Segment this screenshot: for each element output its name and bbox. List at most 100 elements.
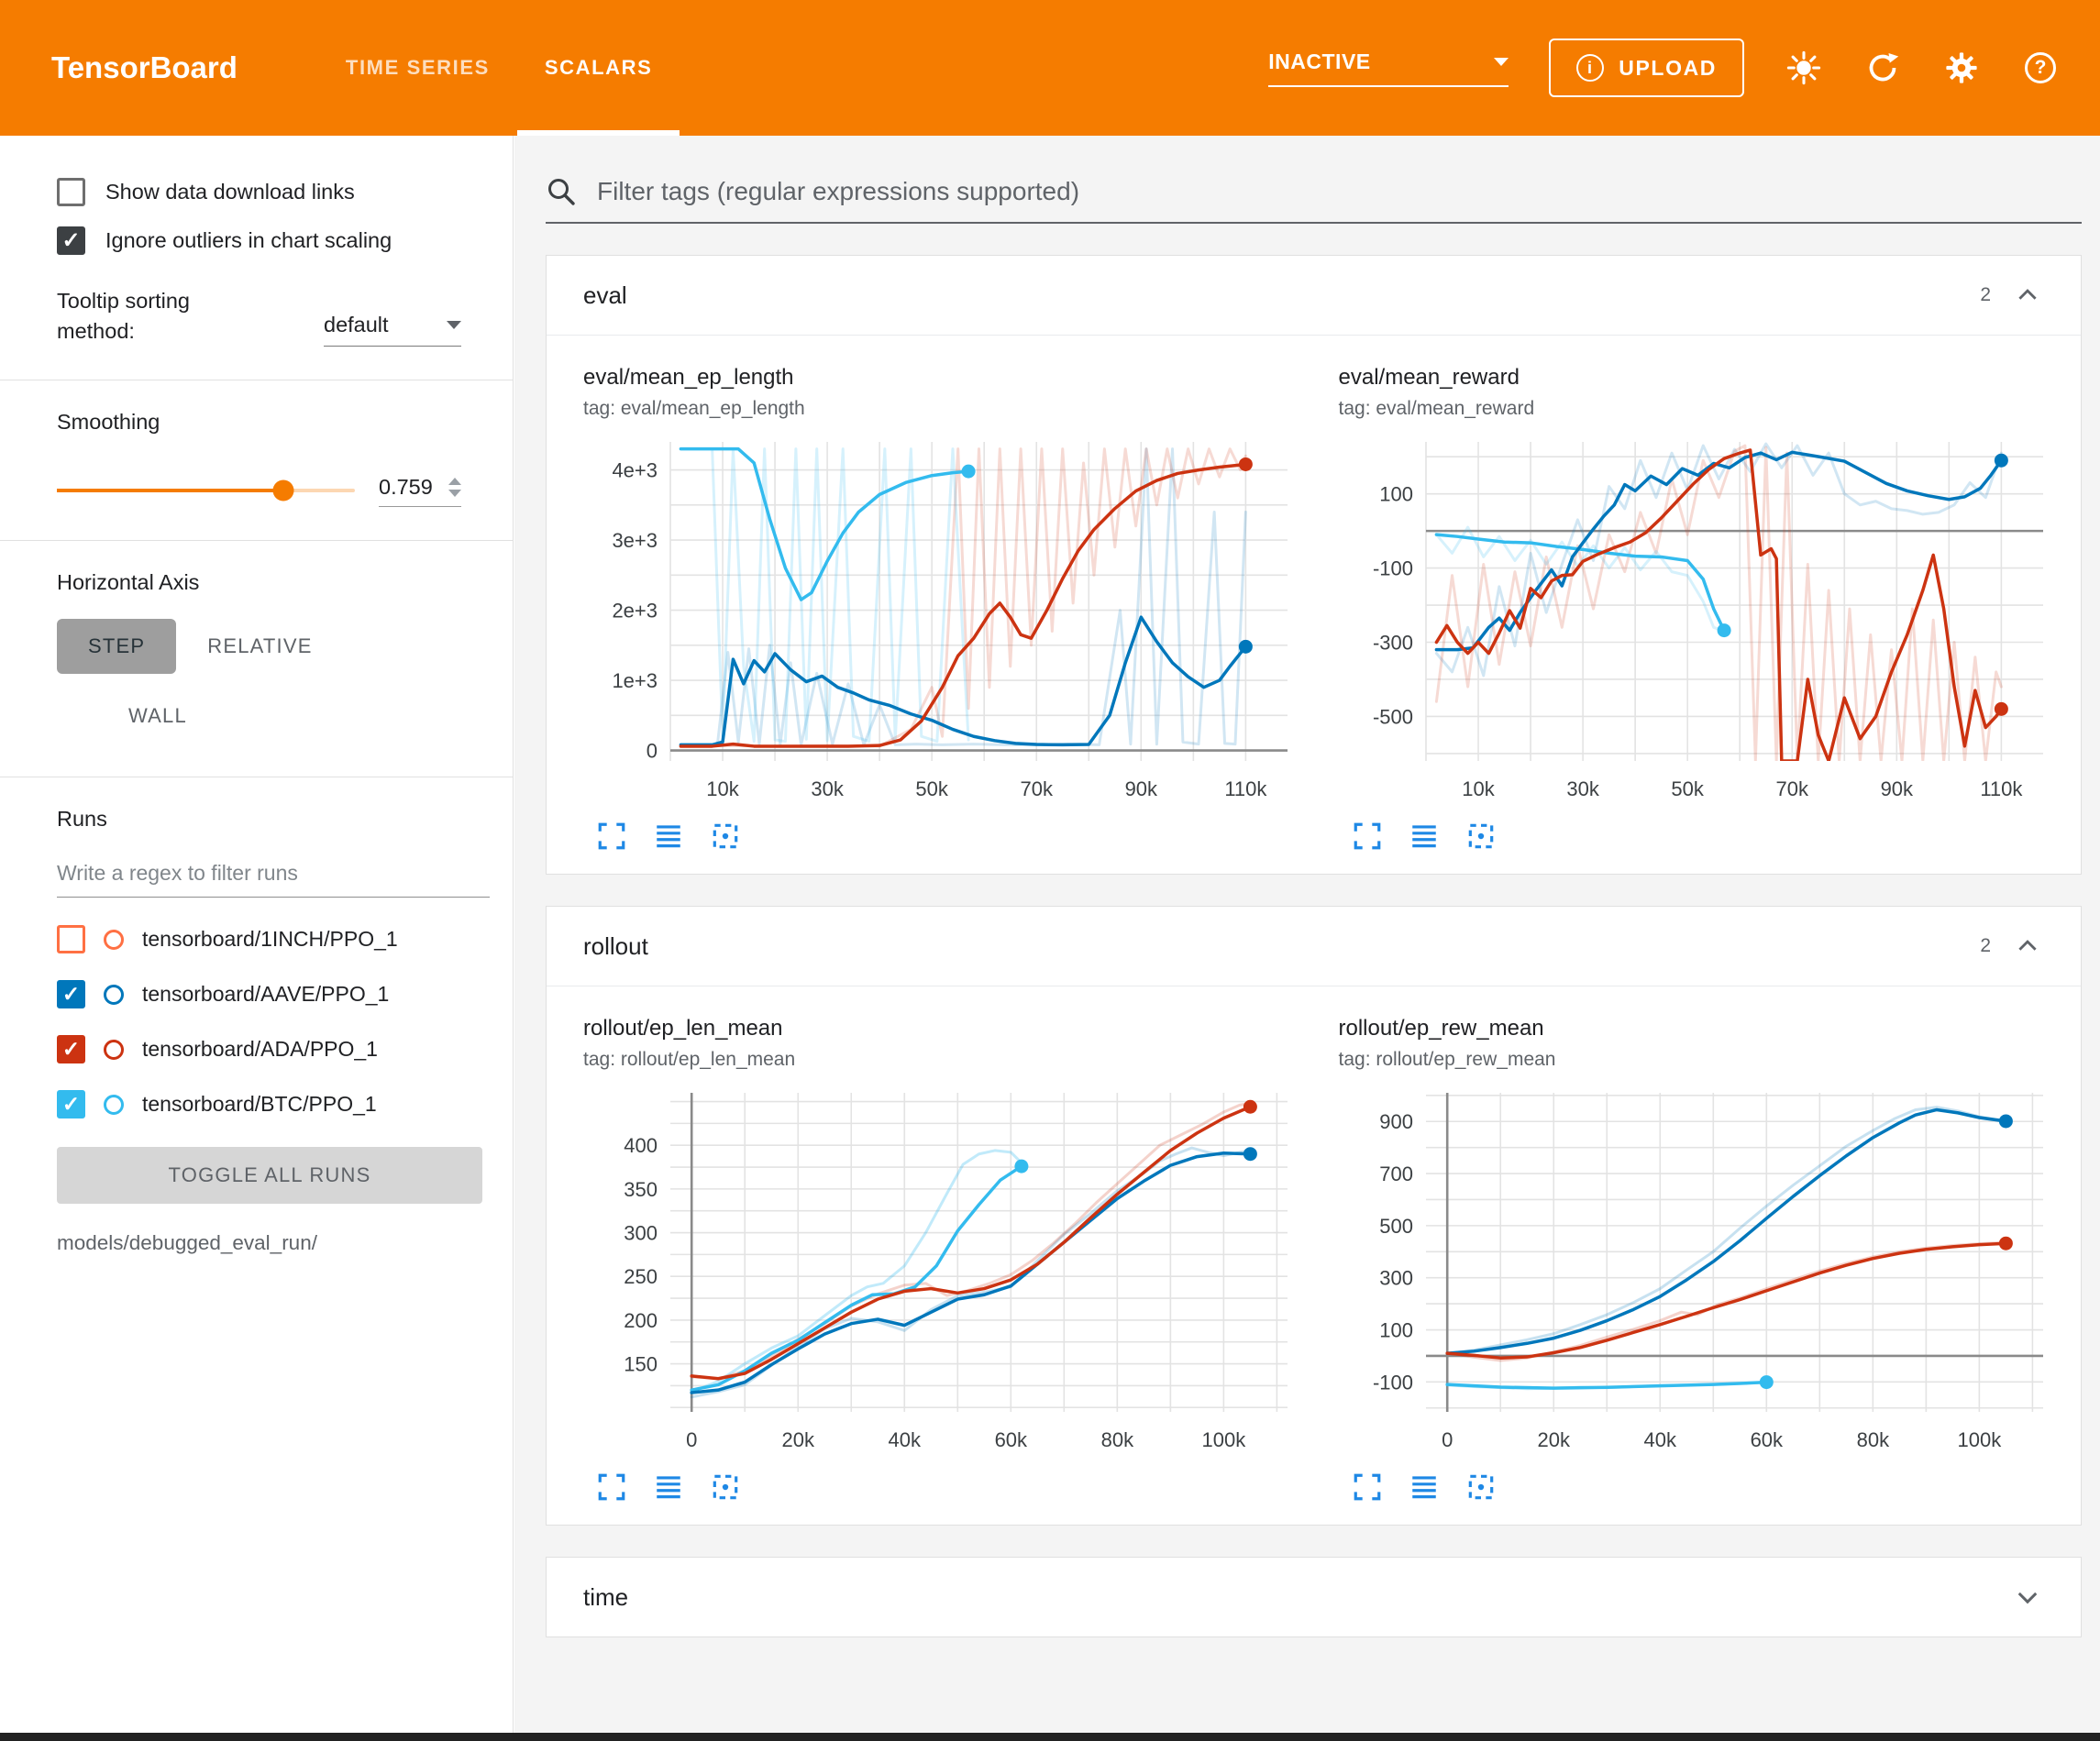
main-content: eval 2 eval/mean_ep_length tag: eval/mea… bbox=[514, 136, 2100, 1741]
chart-eval-mean-ep-length: eval/mean_ep_length tag: eval/mean_ep_le… bbox=[583, 365, 1306, 852]
tag-filter-input[interactable] bbox=[597, 177, 2082, 206]
chart-toolbar bbox=[583, 821, 1306, 852]
app-title: TensorBoard bbox=[51, 50, 238, 85]
svg-text:0: 0 bbox=[686, 1428, 697, 1451]
chart-title: eval/mean_reward bbox=[1339, 365, 2061, 391]
chart-tag: tag: eval/mean_ep_length bbox=[583, 398, 1306, 420]
ignore-outliers-label[interactable]: Ignore outliers in chart scaling bbox=[105, 228, 392, 253]
svg-text:100k: 100k bbox=[1957, 1428, 2002, 1451]
run-label[interactable]: tensorboard/AAVE/PPO_1 bbox=[142, 982, 389, 1007]
horizontal-axis-buttons: STEP RELATIVE WALL bbox=[57, 619, 451, 744]
toggle-all-runs-button[interactable]: TOGGLE ALL RUNS bbox=[57, 1147, 482, 1204]
axis-wall-button[interactable]: WALL bbox=[97, 689, 218, 744]
svg-text:50k: 50k bbox=[1671, 777, 1704, 800]
smoothing-slider-fill bbox=[57, 489, 283, 492]
svg-text:80k: 80k bbox=[1101, 1428, 1134, 1451]
chart-title: rollout/ep_len_mean bbox=[583, 1016, 1306, 1041]
toggle-y-axis-icon[interactable] bbox=[1409, 821, 1440, 852]
svg-text:30k: 30k bbox=[1566, 777, 1599, 800]
axis-relative-button[interactable]: RELATIVE bbox=[176, 619, 343, 674]
smoothing-value: 0.759 bbox=[379, 475, 433, 500]
run-checkbox[interactable] bbox=[57, 1090, 85, 1118]
tooltip-sorting-value: default bbox=[324, 313, 389, 337]
card-count: 2 bbox=[1980, 935, 1991, 957]
run-label[interactable]: tensorboard/BTC/PPO_1 bbox=[142, 1092, 377, 1117]
expand-chart-icon[interactable] bbox=[596, 821, 627, 852]
card-meta: 2 bbox=[1980, 930, 2044, 963]
expand-button[interactable] bbox=[2011, 1581, 2044, 1614]
run-color-swatch bbox=[104, 985, 124, 1005]
run-label[interactable]: tensorboard/1INCH/PPO_1 bbox=[142, 927, 398, 952]
toggle-y-axis-icon[interactable] bbox=[1409, 1471, 1440, 1503]
runs-list: tensorboard/1INCH/PPO_1 tensorboard/AAVE… bbox=[57, 912, 489, 1132]
show-download-links-label[interactable]: Show data download links bbox=[105, 180, 355, 204]
toggle-y-axis-icon[interactable] bbox=[653, 821, 684, 852]
smoothing-slider[interactable] bbox=[57, 489, 355, 492]
fit-domain-icon[interactable] bbox=[710, 1471, 741, 1503]
chart-canvas[interactable]: 10k30k50k70k90k110k01e+32e+33e+34e+3 bbox=[583, 429, 1306, 819]
bottom-edge-bar bbox=[0, 1733, 2100, 1741]
tag-filter-row bbox=[546, 176, 2082, 224]
smoothing-value-input[interactable]: 0.759 bbox=[379, 475, 461, 507]
theme-toggle-button[interactable] bbox=[1785, 49, 1823, 87]
svg-text:100: 100 bbox=[1379, 483, 1413, 506]
header-controls: INACTIVE i UPLOAD bbox=[1268, 39, 2060, 97]
stepper-up-icon[interactable] bbox=[448, 478, 461, 485]
expand-chart-icon[interactable] bbox=[1352, 1471, 1383, 1503]
chart-canvas[interactable]: 020k40k60k80k100k-100100300500700900 bbox=[1339, 1080, 2061, 1470]
settings-button[interactable] bbox=[1942, 49, 1981, 87]
stepper-down-icon[interactable] bbox=[448, 490, 461, 497]
tooltip-sorting-label: Tooltip sorting method: bbox=[57, 286, 249, 347]
stepper bbox=[448, 478, 461, 497]
show-download-links-checkbox[interactable] bbox=[57, 178, 85, 206]
run-checkbox[interactable] bbox=[57, 980, 85, 1008]
chart-canvas[interactable]: 10k30k50k70k90k110k-500-300-100100 bbox=[1339, 429, 2061, 819]
ignore-outliers-checkbox[interactable] bbox=[57, 226, 85, 255]
svg-text:300: 300 bbox=[624, 1222, 658, 1245]
svg-text:-300: -300 bbox=[1372, 632, 1412, 655]
runs-filter-input[interactable] bbox=[57, 855, 490, 898]
axis-step-button[interactable]: STEP bbox=[57, 619, 176, 674]
svg-text:1e+3: 1e+3 bbox=[612, 669, 658, 692]
ignore-outliers-row: Ignore outliers in chart scaling bbox=[57, 226, 489, 255]
chevron-down-icon bbox=[1494, 58, 1509, 66]
svg-text:0: 0 bbox=[647, 740, 658, 763]
chart-tag: tag: rollout/ep_len_mean bbox=[583, 1049, 1306, 1071]
collapse-button[interactable] bbox=[2011, 930, 2044, 963]
svg-text:300: 300 bbox=[1379, 1267, 1413, 1290]
svg-text:90k: 90k bbox=[1880, 777, 1913, 800]
refresh-button[interactable] bbox=[1863, 49, 1902, 87]
card-eval-body: eval/mean_ep_length tag: eval/mean_ep_le… bbox=[547, 335, 2081, 874]
runs-path: models/debugged_eval_run/ bbox=[57, 1231, 489, 1255]
run-checkbox[interactable] bbox=[57, 925, 85, 953]
fit-domain-icon[interactable] bbox=[710, 821, 741, 852]
chart-tag: tag: eval/mean_reward bbox=[1339, 398, 2061, 420]
fit-domain-icon[interactable] bbox=[1465, 1471, 1497, 1503]
status-dropdown-value: INACTIVE bbox=[1268, 50, 1370, 74]
fit-domain-icon[interactable] bbox=[1465, 821, 1497, 852]
chart-rollout-ep-len-mean: rollout/ep_len_mean tag: rollout/ep_len_… bbox=[583, 1016, 1306, 1503]
svg-text:0: 0 bbox=[1442, 1428, 1453, 1451]
help-button[interactable]: ? bbox=[2021, 49, 2060, 87]
refresh-icon bbox=[1865, 50, 1900, 85]
help-icon: ? bbox=[2025, 52, 2056, 83]
tab-time-series[interactable]: TIME SERIES bbox=[318, 0, 517, 136]
chart-canvas[interactable]: 020k40k60k80k100k150200250300350400 bbox=[583, 1080, 1306, 1470]
smoothing-slider-thumb[interactable] bbox=[272, 480, 293, 501]
toggle-y-axis-icon[interactable] bbox=[653, 1471, 684, 1503]
svg-text:40k: 40k bbox=[889, 1428, 922, 1451]
collapse-button[interactable] bbox=[2011, 279, 2044, 312]
run-color-swatch bbox=[104, 930, 124, 950]
card-count: 2 bbox=[1980, 284, 1991, 306]
tooltip-sorting-select[interactable]: default bbox=[324, 313, 461, 347]
upload-button[interactable]: i UPLOAD bbox=[1549, 39, 1744, 97]
status-dropdown[interactable]: INACTIVE bbox=[1268, 50, 1509, 87]
chevron-up-icon bbox=[2015, 282, 2040, 308]
run-label[interactable]: tensorboard/ADA/PPO_1 bbox=[142, 1037, 378, 1062]
tab-scalars[interactable]: SCALARS bbox=[517, 0, 680, 136]
run-row-ada: tensorboard/ADA/PPO_1 bbox=[57, 1022, 489, 1077]
expand-chart-icon[interactable] bbox=[1352, 821, 1383, 852]
chevron-down-icon bbox=[447, 321, 461, 329]
expand-chart-icon[interactable] bbox=[596, 1471, 627, 1503]
run-checkbox[interactable] bbox=[57, 1035, 85, 1063]
